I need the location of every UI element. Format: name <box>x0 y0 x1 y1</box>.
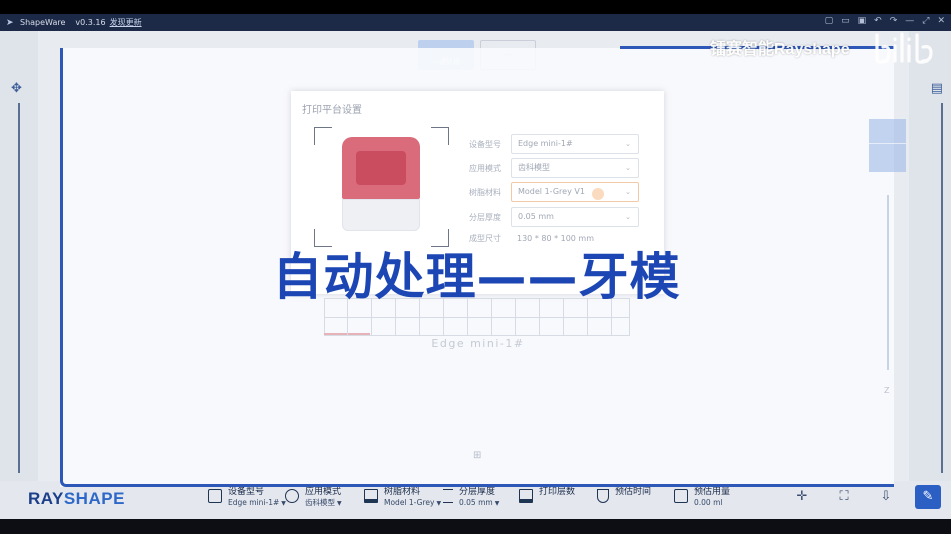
toolbar-mode-value: 齿科模型 <box>305 498 335 507</box>
layer-field: 分层厚度 0.05 mm ⌄ <box>469 207 639 227</box>
toolbar-layers-label: 打印层数 <box>539 487 576 497</box>
volume-icon <box>674 489 688 503</box>
dialog-title: 打印平台设置 <box>302 105 362 116</box>
export-icon[interactable]: ⇩ <box>873 485 899 509</box>
rayshape-logo: RAYSHAPE <box>28 489 125 508</box>
material-field: 树脂材料 Model 1-Grey V1 ⌄ <box>469 182 639 202</box>
new-file-icon[interactable]: ▢ <box>825 16 834 26</box>
video-frame: ➤ ShapeWare v0.3.16 发现更新 ▢ ▭ ▣ ↶ ↷ — ⤢ ✕… <box>0 0 951 534</box>
build-plate-label: Edge mini-1# <box>431 337 525 350</box>
mouse-cursor <box>592 188 604 200</box>
open-folder-icon[interactable]: ▭ <box>841 16 850 26</box>
chevron-down-icon: ⌄ <box>625 188 631 196</box>
hourglass-icon <box>597 489 609 503</box>
mode-field: 应用模式 齿科模型 ⌄ <box>469 158 639 178</box>
toolbar-mode-label: 应用模式 <box>305 487 342 497</box>
toolbar-time-label: 预估时间 <box>615 487 652 497</box>
layer-label: 分层厚度 <box>469 212 501 222</box>
layer-thickness-icon <box>443 489 453 503</box>
layer-select[interactable]: 0.05 mm ⌄ <box>511 207 639 227</box>
material-label: 树脂材料 <box>469 187 501 197</box>
device-field: 设备型号 Edge mini-1# ⌄ <box>469 134 639 154</box>
fit-view-icon[interactable]: ⛶ <box>831 485 857 509</box>
bottom-letterbox <box>0 519 951 534</box>
toolbar-material-value: Model 1-Grey <box>384 498 435 507</box>
grid-icon[interactable]: ⊞ <box>473 450 481 461</box>
toolbar-volume: 预估用量 0.00 ml <box>674 487 730 508</box>
right-tool-panel[interactable] <box>869 119 906 172</box>
slice-icon[interactable]: ✎ <box>915 485 941 509</box>
printer-image <box>342 137 420 233</box>
redo-icon[interactable]: ↷ <box>890 16 898 26</box>
chevron-down-icon: ▼ <box>337 500 342 507</box>
channel-watermark: 镭赛智能Rayshape <box>710 41 850 58</box>
device-icon <box>208 489 222 503</box>
material-select[interactable]: Model 1-Grey V1 ⌄ <box>511 182 639 202</box>
toolbar-mode[interactable]: 应用模式 齿科模型 ▼ <box>285 487 342 509</box>
printer-preview <box>314 127 449 247</box>
app-version: v0.3.16 <box>75 18 106 27</box>
toolbar-device-value: Edge mini-1# <box>228 498 280 507</box>
close-icon[interactable]: ✕ <box>937 16 945 26</box>
title-bar: ➤ ShapeWare v0.3.16 发现更新 ▢ ▭ ▣ ↶ ↷ — ⤢ ✕ <box>0 14 951 31</box>
toolbar-layers: 打印层数 <box>519 487 575 503</box>
chevron-down-icon: ▼ <box>436 500 442 507</box>
video-caption: 自动处理——牙模 <box>272 248 681 306</box>
minimize-icon[interactable]: — <box>905 16 914 26</box>
save-icon[interactable]: ▣ <box>858 16 867 26</box>
z-axis-marker: Z <box>884 386 890 395</box>
toolbar-volume-value: 0.00 ml <box>694 498 723 507</box>
toolbar-material[interactable]: 树脂材料 Model 1-Grey ▼ <box>364 487 441 509</box>
chevron-down-icon: ▼ <box>494 500 500 507</box>
toolbar-device-label: 设备型号 <box>228 487 265 497</box>
mode-select[interactable]: 齿科模型 ⌄ <box>511 158 639 178</box>
bilibili-logo <box>875 32 933 64</box>
chevron-down-icon: ⌄ <box>625 140 631 148</box>
toolbar-volume-label: 预估用量 <box>694 487 731 497</box>
app-name: ShapeWare <box>20 18 66 27</box>
chevron-down-icon: ⌄ <box>625 164 631 172</box>
gear-icon <box>285 489 299 503</box>
resin-icon <box>364 489 378 503</box>
chevron-down-icon: ⌄ <box>625 213 631 221</box>
layers-icon <box>519 489 533 503</box>
toolbar-material-label: 树脂材料 <box>384 487 421 497</box>
mode-label: 应用模式 <box>469 163 501 173</box>
toolbar-layer-value: 0.05 mm <box>459 498 493 507</box>
device-label: 设备型号 <box>469 139 501 149</box>
device-select[interactable]: Edge mini-1# ⌄ <box>511 134 639 154</box>
move-tool-icon[interactable]: ✥ <box>11 81 22 96</box>
clipboard-icon[interactable]: ▤ <box>931 81 943 96</box>
toolbar-layer-label: 分层厚度 <box>459 487 496 497</box>
window-controls: ▢ ▭ ▣ ↶ ↷ — ⤢ ✕ <box>825 16 945 26</box>
toolbar-time: 预估时间 <box>597 487 651 503</box>
view-tools: ✛ ⛶ ⇩ ✎ <box>789 485 941 509</box>
undo-icon[interactable]: ↶ <box>874 16 882 26</box>
toolbar-device[interactable]: 设备型号 Edge mini-1# ▼ <box>208 487 286 509</box>
toolbar-layer[interactable]: 分层厚度 0.05 mm ▼ <box>443 487 499 509</box>
move-view-icon[interactable]: ✛ <box>789 485 815 509</box>
shapeware-logo-icon: ➤ <box>6 17 14 28</box>
maximize-icon[interactable]: ⤢ <box>922 16 929 26</box>
update-link[interactable]: 发现更新 <box>110 17 142 28</box>
